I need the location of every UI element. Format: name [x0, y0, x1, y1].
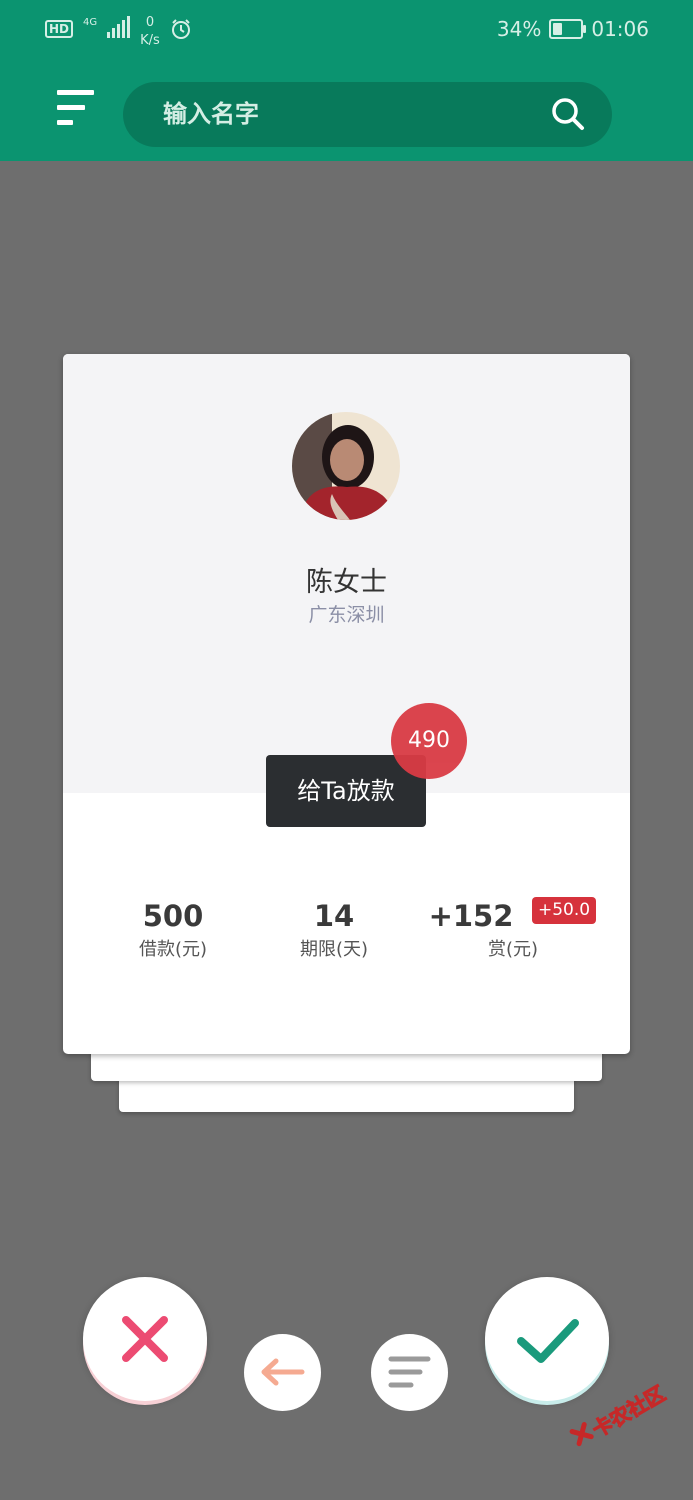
borrower-location: 广东深圳: [308, 604, 385, 626]
list-button[interactable]: [371, 1334, 448, 1411]
menu-lines-icon[interactable]: [57, 90, 97, 130]
alarm-icon: [171, 19, 190, 39]
bonus-badge: +50.0: [532, 897, 597, 924]
arrow-left-icon: [261, 1358, 305, 1386]
borrower-name: 陈女士: [306, 567, 387, 598]
hd-badge: HD: [45, 20, 74, 38]
credit-score-badge: 490: [391, 703, 467, 779]
stat-label: 借款(元): [138, 939, 208, 960]
back-button[interactable]: [244, 1334, 321, 1411]
search-bar[interactable]: 输入名字: [123, 82, 612, 147]
battery-icon: [549, 19, 587, 39]
borrower-card[interactable]: 陈女士 广东深圳 给Ta放款 490 500 借款(元) 14 期限(天) +1…: [63, 354, 630, 1054]
network-type: 4G: [83, 17, 98, 28]
stat-loan-amount: 500 借款(元): [93, 896, 253, 964]
battery-percent: 34%: [496, 17, 542, 41]
search-icon[interactable]: [550, 96, 586, 132]
search-input[interactable]: 输入名字: [163, 82, 259, 147]
signal-icon: [107, 16, 131, 38]
accept-button[interactable]: [485, 1277, 609, 1401]
avatar: [292, 412, 400, 520]
status-bar: HD 4G 0 K/s 34% 01:06: [0, 0, 693, 60]
check-icon: [517, 1319, 579, 1363]
list-icon: [388, 1356, 431, 1388]
network-speed: 0 K/s: [140, 14, 160, 50]
clock: 01:06: [591, 17, 649, 41]
card-profile-area: 陈女士 广东深圳: [63, 354, 630, 793]
stat-value: 500: [142, 899, 204, 933]
stat-term: 14 期限(天): [254, 896, 414, 964]
speed-value: 0: [145, 15, 155, 30]
speed-unit: K/s: [140, 33, 160, 48]
close-icon: [122, 1316, 168, 1362]
stat-label: 赏(元): [487, 939, 539, 960]
stat-value: 14: [313, 899, 355, 933]
app-header: HD 4G 0 K/s 34% 01:06 输入名字: [0, 0, 693, 161]
reject-button[interactable]: [83, 1277, 207, 1401]
stat-label: 期限(天): [299, 939, 369, 960]
